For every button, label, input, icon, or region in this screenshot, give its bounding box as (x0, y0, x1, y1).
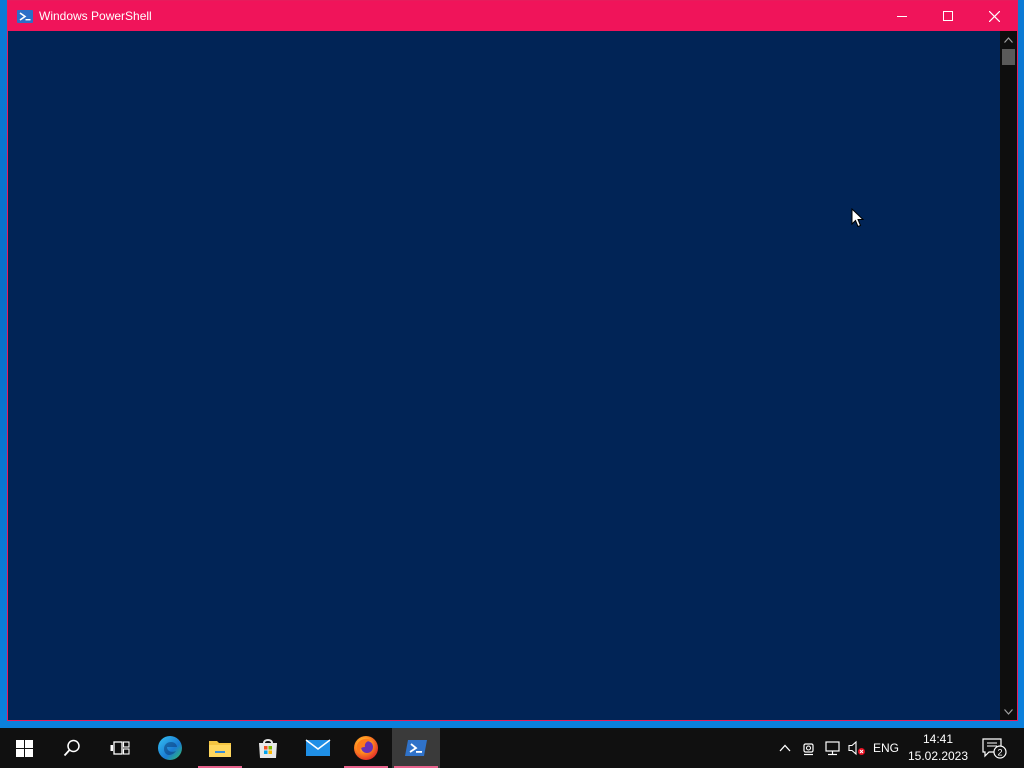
folder-icon (209, 741, 231, 757)
task-view-button[interactable] (96, 728, 144, 768)
start-button[interactable] (0, 728, 48, 768)
edge-icon (158, 736, 182, 760)
close-icon (988, 10, 1000, 22)
task-view-icon (110, 741, 130, 755)
chevron-up-icon (779, 744, 791, 752)
tray-meet-now[interactable] (799, 728, 819, 768)
tray-input-language[interactable]: ENG (870, 728, 902, 768)
language-indicator: ENG (872, 741, 899, 755)
tray-volume[interactable] (846, 728, 868, 768)
taskbar: ENG 14:41 15.02.2023 2 (0, 728, 1024, 768)
windows-logo-icon (15, 739, 33, 757)
tray-network[interactable] (822, 728, 844, 768)
powershell-icon (17, 9, 33, 23)
maximize-button[interactable] (925, 1, 971, 31)
mail-icon (305, 739, 331, 756)
scroll-up-button[interactable] (1000, 31, 1017, 48)
mouse-cursor-icon (851, 208, 865, 228)
powershell-icon (405, 740, 427, 756)
scroll-down-button[interactable] (1000, 703, 1017, 720)
window-controls (879, 1, 1017, 31)
taskbar-mail[interactable] (294, 728, 342, 768)
firefox-icon (354, 736, 378, 760)
vertical-scrollbar[interactable] (1000, 31, 1017, 720)
taskbar-powershell[interactable] (392, 728, 440, 768)
minimize-button[interactable] (879, 1, 925, 31)
show-hidden-icons-button[interactable] (775, 728, 795, 768)
clock-date: 15.02.2023 (907, 749, 969, 763)
powershell-window[interactable]: Windows PowerShell (7, 0, 1018, 721)
console-area[interactable] (8, 31, 1000, 720)
title-bar[interactable]: Windows PowerShell (8, 1, 1017, 31)
search-icon (63, 739, 80, 757)
chevron-up-icon (1004, 36, 1013, 43)
taskbar-microsoft-store[interactable] (244, 728, 292, 768)
notification-icon: 2 (982, 738, 1007, 759)
close-button[interactable] (971, 1, 1017, 31)
maximize-icon (943, 11, 953, 21)
clock-time: 14:41 (922, 732, 954, 746)
network-icon (825, 741, 840, 756)
taskbar-edge[interactable] (146, 728, 194, 768)
action-center-button[interactable]: 2 (978, 728, 1010, 768)
window-title: Windows PowerShell (39, 9, 152, 23)
search-button[interactable] (48, 728, 96, 768)
taskbar-clock[interactable]: 14:41 15.02.2023 (903, 728, 973, 768)
store-icon (259, 739, 277, 758)
notification-count: 2 (997, 748, 1002, 758)
taskbar-file-explorer[interactable] (196, 728, 244, 768)
webcam-icon (803, 743, 814, 756)
chevron-down-icon (1004, 708, 1013, 715)
taskbar-firefox[interactable] (342, 728, 390, 768)
minimize-icon (897, 16, 907, 17)
scroll-thumb[interactable] (1002, 49, 1015, 65)
volume-muted-icon (848, 740, 865, 756)
